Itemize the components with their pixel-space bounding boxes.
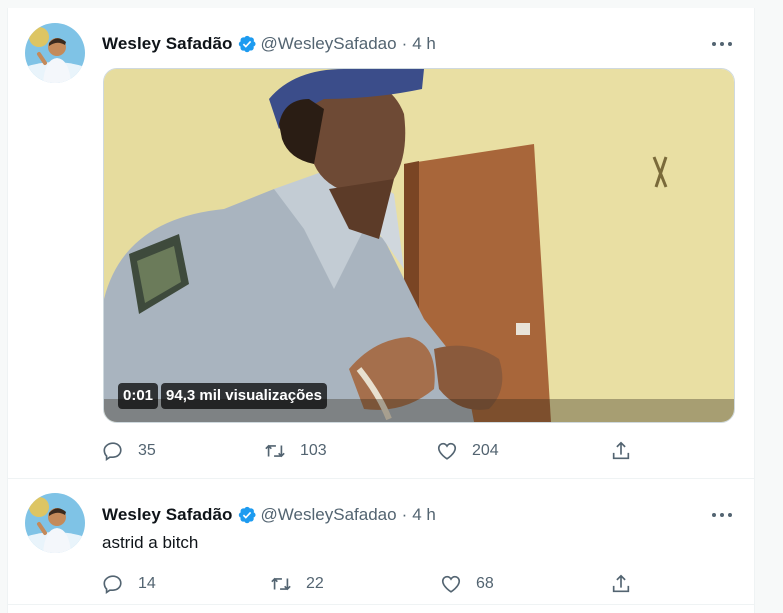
author-handle[interactable]: @WesleySafadao <box>261 505 397 525</box>
timestamp[interactable]: 4 h <box>412 505 436 525</box>
video-views: 94,3 mil visualizações <box>161 383 327 409</box>
video-frame <box>104 69 734 422</box>
reply-icon <box>103 575 122 595</box>
verified-badge-icon <box>238 35 256 53</box>
tweet-actions: 35 103 204 <box>102 440 642 464</box>
retweet-count: 103 <box>300 442 327 459</box>
more-options-icon[interactable] <box>710 507 734 523</box>
author-name[interactable]: Wesley Safadão <box>102 505 233 525</box>
share-button[interactable] <box>610 440 646 462</box>
tweet[interactable]: Wesley Safadão @WesleySafadao · 4 h 0:01… <box>8 8 754 479</box>
retweet-icon <box>265 444 285 458</box>
like-button[interactable]: 68 <box>440 573 494 595</box>
share-button[interactable] <box>610 573 646 595</box>
avatar[interactable] <box>25 493 85 553</box>
tweet[interactable]: Wesley Safadão @WesleySafadao · 4 h astr… <box>8 479 754 605</box>
author-handle[interactable]: @WesleySafadao <box>261 34 397 54</box>
verified-badge-icon <box>238 506 256 524</box>
timestamp[interactable]: 4 h <box>412 34 436 54</box>
tweet-actions: 14 22 68 <box>102 573 642 597</box>
like-button[interactable]: 204 <box>436 440 499 462</box>
separator-dot: · <box>401 505 408 524</box>
reply-icon <box>103 442 122 462</box>
separator-dot: · <box>401 34 408 53</box>
tweet-header: Wesley Safadão @WesleySafadao · 4 h <box>102 503 436 527</box>
retweet-count: 22 <box>306 575 324 592</box>
avatar[interactable] <box>25 23 85 83</box>
retweet-icon <box>271 577 291 591</box>
video-badge: 0:01 94,3 mil visualizações <box>118 383 327 409</box>
reply-button[interactable]: 35 <box>102 440 156 462</box>
like-count: 204 <box>472 442 499 459</box>
retweet-button[interactable]: 22 <box>270 573 324 595</box>
reply-count: 14 <box>138 575 156 592</box>
tweet-text: astrid a bitch <box>102 533 199 552</box>
reply-count: 35 <box>138 442 156 459</box>
share-icon <box>612 574 630 593</box>
author-name[interactable]: Wesley Safadão <box>102 34 233 54</box>
share-icon <box>612 441 630 460</box>
heart-icon <box>437 442 457 460</box>
like-count: 68 <box>476 575 494 592</box>
tweet-header: Wesley Safadão @WesleySafadao · 4 h <box>102 32 436 56</box>
video-duration: 0:01 <box>118 383 159 409</box>
reply-button[interactable]: 14 <box>102 573 156 595</box>
retweet-button[interactable]: 103 <box>264 440 327 462</box>
timeline: Wesley Safadão @WesleySafadao · 4 h 0:01… <box>7 8 755 613</box>
video-player[interactable]: 0:01 94,3 mil visualizações <box>103 68 735 423</box>
more-options-icon[interactable] <box>710 36 734 52</box>
heart-icon <box>441 575 461 593</box>
